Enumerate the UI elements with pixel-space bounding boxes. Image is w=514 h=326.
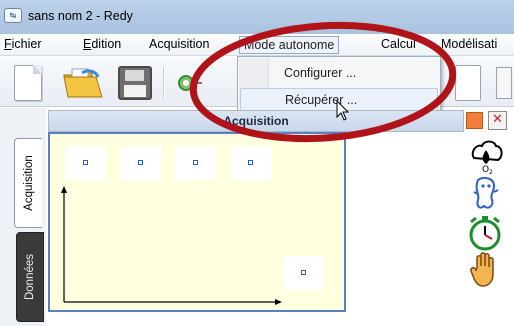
left-tab-panel: Acquisition Données	[0, 108, 46, 326]
menu-item-configurer[interactable]: Configurer ...	[240, 62, 438, 86]
title-bar: ↹ sans nom 2 - Redy	[0, 0, 514, 34]
save-floppy-icon[interactable]	[118, 66, 152, 100]
menu-modelisation[interactable]: Modélisati	[441, 37, 497, 51]
sensor-slot-2[interactable]	[121, 146, 161, 180]
sensor-dot	[138, 160, 143, 165]
tab-donnees[interactable]: Données	[16, 232, 44, 322]
sensor-slot-3[interactable]	[176, 146, 216, 180]
sensor-dot	[301, 270, 306, 275]
menu-edition[interactable]: Edition	[83, 37, 121, 51]
oxygen-sensor-icon[interactable]: O 2	[468, 138, 504, 174]
app-icon[interactable]: ↹	[4, 8, 22, 23]
sensor-dot	[193, 160, 198, 165]
acquisition-panel-header: Acquisition	[48, 110, 464, 132]
menu-mode-autonome[interactable]: Mode autonome	[239, 36, 340, 54]
sensor-dot	[248, 160, 253, 165]
sensor-slot-1[interactable]	[66, 146, 106, 180]
open-folder-icon[interactable]	[62, 67, 106, 99]
mouse-cursor-icon	[336, 100, 350, 121]
new-document-icon[interactable]	[14, 65, 42, 101]
gear-icon[interactable]	[176, 73, 202, 93]
panel-title: Acquisition	[223, 114, 289, 128]
svg-text:2: 2	[489, 169, 493, 174]
menu-fichier[interactable]: Fichier	[4, 37, 42, 51]
sensor-slot-x-axis[interactable]	[284, 256, 324, 290]
toolbar-icon-partial[interactable]	[496, 67, 512, 99]
tab-acquisition[interactable]: Acquisition	[14, 138, 42, 228]
stopwatch-icon[interactable]	[466, 214, 504, 252]
menu-bar: Fichier Edition Acquisition Mode autonom…	[0, 34, 514, 56]
graph-axes	[61, 186, 282, 305]
menu-acquisition[interactable]: Acquisition	[149, 37, 209, 51]
menu-calcul[interactable]: Calcul	[381, 37, 416, 51]
acquisition-area[interactable]	[48, 132, 346, 312]
window-title: sans nom 2 - Redy	[28, 9, 133, 23]
toolbar-separator	[163, 67, 165, 99]
sensor-dot	[83, 160, 88, 165]
sensor-slot-4[interactable]	[231, 146, 271, 180]
ghost-icon[interactable]	[470, 176, 502, 212]
panel-close-button[interactable]: ✕	[488, 111, 507, 130]
hand-stop-icon[interactable]	[470, 252, 500, 288]
panel-color-button[interactable]	[466, 112, 483, 129]
document-icon[interactable]	[455, 65, 481, 101]
